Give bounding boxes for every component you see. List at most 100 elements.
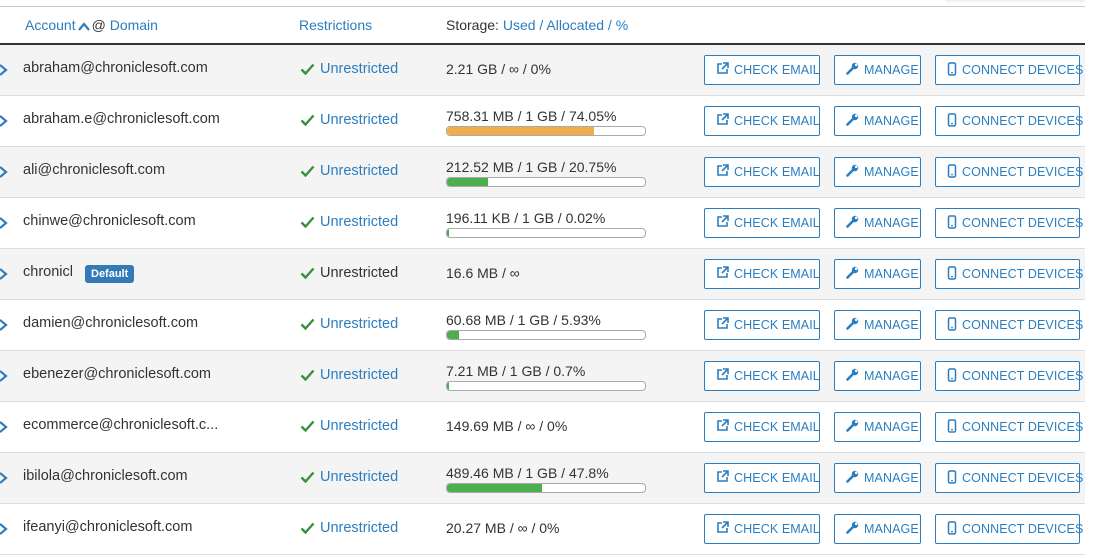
wrench-icon bbox=[846, 62, 864, 78]
account-name: ibilola@chroniclesoft.com bbox=[23, 468, 188, 484]
restriction-link[interactable]: Unrestricted bbox=[320, 469, 398, 485]
check-email-label: CHECK EMAIL bbox=[734, 522, 820, 536]
connect-devices-button[interactable]: CONNECT DEVICES bbox=[935, 55, 1084, 85]
connect-devices-label: CONNECT DEVICES bbox=[962, 267, 1084, 281]
restriction-link: Unrestricted bbox=[320, 265, 399, 281]
check-email-button[interactable]: CHECK EMAIL bbox=[704, 259, 820, 289]
mobile-phone-icon bbox=[947, 520, 962, 538]
account-name: abraham.e@chroniclesoft.com bbox=[23, 111, 220, 127]
restriction-status: Unrestricted bbox=[300, 163, 398, 179]
connect-devices-button[interactable]: CONNECT DEVICES bbox=[935, 310, 1083, 340]
check-email-button[interactable]: CHECK EMAIL bbox=[704, 106, 820, 136]
connect-devices-button[interactable]: CONNECT DEVICES bbox=[935, 208, 1083, 238]
restriction-status: Unrestricted bbox=[300, 469, 398, 485]
restriction-status: Unrestricted bbox=[300, 214, 398, 230]
manage-label: MANAGE bbox=[864, 420, 919, 434]
check-email-button[interactable]: CHECK EMAIL bbox=[704, 310, 820, 340]
connect-devices-button[interactable]: CONNECT DEVICES bbox=[935, 157, 1084, 187]
table-header: Account @ Domain Restrictions Storage: Us… bbox=[0, 7, 1085, 45]
storage-usage: 16.6 MB / ∞ bbox=[446, 265, 520, 281]
restriction-link[interactable]: Unrestricted bbox=[320, 61, 398, 77]
sort-domain-link[interactable]: Domain bbox=[110, 17, 158, 33]
storage-progress-bar bbox=[446, 330, 646, 340]
manage-button[interactable]: MANAGE bbox=[834, 310, 921, 340]
restriction-link[interactable]: Unrestricted bbox=[320, 163, 398, 179]
storage-progress-fill bbox=[447, 229, 449, 237]
check-email-button[interactable]: CHECK EMAIL bbox=[704, 55, 820, 85]
connect-devices-button[interactable]: CONNECT DEVICES bbox=[935, 106, 1084, 136]
restriction-link[interactable]: Unrestricted bbox=[320, 520, 398, 536]
storage-usage: 20.27 MB / ∞ / 0% bbox=[446, 520, 560, 536]
table-row: ali@chroniclesoft.com Unrestricted 212.52 … bbox=[0, 147, 1085, 198]
mobile-phone-icon bbox=[947, 61, 962, 79]
manage-button[interactable]: MANAGE bbox=[834, 259, 921, 289]
manage-label: MANAGE bbox=[864, 522, 919, 536]
caret-up-icon[interactable] bbox=[77, 18, 90, 34]
check-email-button[interactable]: CHECK EMAIL bbox=[704, 412, 820, 442]
account-name: chinwe@chroniclesoft.com bbox=[23, 213, 196, 229]
manage-button[interactable]: MANAGE bbox=[834, 361, 921, 391]
storage-usage: 7.21 MB / 1 GB / 0.7% bbox=[446, 363, 586, 379]
manage-button[interactable]: MANAGE bbox=[834, 55, 921, 85]
check-email-button[interactable]: CHECK EMAIL bbox=[704, 463, 820, 493]
manage-button[interactable]: MANAGE bbox=[834, 412, 921, 442]
mobile-phone-icon bbox=[947, 418, 962, 436]
check-icon bbox=[300, 367, 320, 383]
expand-chevron-icon[interactable] bbox=[0, 267, 9, 281]
check-email-button[interactable]: CHECK EMAIL bbox=[704, 208, 820, 238]
table-row: abraham@chroniclesoft.com Unrestricted 2.2… bbox=[0, 45, 1085, 96]
header-restrictions: Restrictions bbox=[299, 17, 372, 33]
expand-chevron-icon[interactable] bbox=[0, 165, 9, 179]
sort-used-link[interactable]: Used bbox=[503, 17, 536, 33]
sort-allocated-link[interactable]: Allocated bbox=[546, 17, 604, 33]
connect-devices-button[interactable]: CONNECT DEVICES bbox=[935, 412, 1083, 442]
check-email-button[interactable]: CHECK EMAIL bbox=[704, 361, 820, 391]
storage-progress-bar bbox=[446, 126, 646, 136]
connect-devices-label: CONNECT DEVICES bbox=[962, 63, 1084, 77]
sort-percent-link[interactable]: % bbox=[616, 17, 628, 33]
table-row: abraham.e@chroniclesoft.com Unrestricted 7… bbox=[0, 96, 1085, 147]
manage-label: MANAGE bbox=[864, 63, 919, 77]
storage-progress-bar bbox=[446, 228, 646, 238]
restriction-status: Unrestricted bbox=[300, 112, 398, 128]
check-email-label: CHECK EMAIL bbox=[734, 369, 820, 383]
connect-devices-label: CONNECT DEVICES bbox=[962, 114, 1084, 128]
check-email-button[interactable]: CHECK EMAIL bbox=[704, 157, 820, 187]
connect-devices-button[interactable]: CONNECT DEVICES bbox=[935, 463, 1083, 493]
wrench-icon bbox=[846, 317, 864, 333]
restriction-link[interactable]: Unrestricted bbox=[320, 214, 398, 230]
expand-chevron-icon[interactable] bbox=[0, 63, 9, 77]
expand-chevron-icon[interactable] bbox=[0, 522, 9, 536]
storage-progress-bar bbox=[446, 483, 646, 493]
sort-account-link[interactable]: Account bbox=[25, 17, 76, 33]
restriction-link[interactable]: Unrestricted bbox=[320, 367, 398, 383]
connect-devices-button[interactable]: CONNECT DEVICES bbox=[935, 259, 1084, 289]
manage-button[interactable]: MANAGE bbox=[834, 463, 921, 493]
mobile-phone-icon bbox=[947, 214, 962, 232]
table-row: ibilola@chroniclesoft.com Unrestricted 489… bbox=[0, 453, 1085, 504]
connect-devices-button[interactable]: CONNECT DEVICES bbox=[935, 514, 1083, 544]
connect-devices-button[interactable]: CONNECT DEVICES bbox=[935, 361, 1083, 391]
expand-chevron-icon[interactable] bbox=[0, 216, 9, 230]
restriction-link[interactable]: Unrestricted bbox=[320, 418, 398, 434]
restriction-status: Unrestricted bbox=[300, 316, 398, 332]
manage-button[interactable]: MANAGE bbox=[834, 106, 921, 136]
restriction-link[interactable]: Unrestricted bbox=[320, 112, 398, 128]
manage-button[interactable]: MANAGE bbox=[834, 208, 921, 238]
expand-chevron-icon[interactable] bbox=[0, 114, 9, 128]
storage-progress-bar bbox=[446, 177, 646, 187]
manage-button[interactable]: MANAGE bbox=[834, 157, 921, 187]
mobile-phone-icon bbox=[947, 316, 962, 334]
connect-devices-label: CONNECT DEVICES bbox=[962, 165, 1084, 179]
expand-chevron-icon[interactable] bbox=[0, 471, 9, 485]
storage-usage: 758.31 MB / 1 GB / 74.05% bbox=[446, 108, 617, 124]
expand-chevron-icon[interactable] bbox=[0, 318, 9, 332]
sort-restrictions-link[interactable]: Restrictions bbox=[299, 17, 372, 33]
manage-label: MANAGE bbox=[864, 471, 919, 485]
restriction-status: Unrestricted bbox=[300, 367, 398, 383]
restriction-link[interactable]: Unrestricted bbox=[320, 316, 398, 332]
manage-button[interactable]: MANAGE bbox=[834, 514, 921, 544]
expand-chevron-icon[interactable] bbox=[0, 420, 9, 434]
expand-chevron-icon[interactable] bbox=[0, 369, 9, 383]
check-email-button[interactable]: CHECK EMAIL bbox=[704, 514, 820, 544]
